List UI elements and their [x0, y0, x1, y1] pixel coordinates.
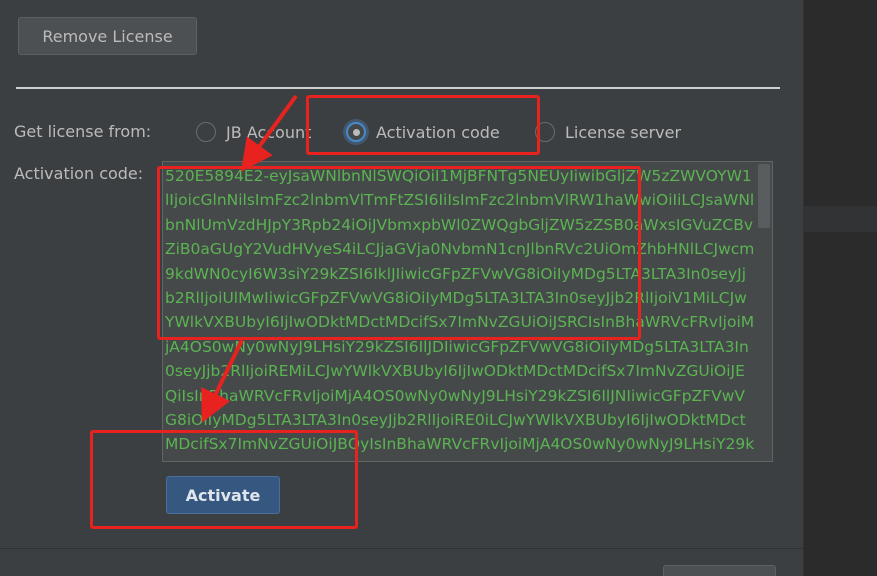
- separator: [16, 87, 780, 89]
- activation-code-label: Activation code:: [14, 164, 144, 183]
- radio-label: JB Account: [226, 122, 312, 142]
- get-license-label: Get license from:: [14, 122, 152, 141]
- footer-button[interactable]: [663, 565, 776, 576]
- radio-license-server[interactable]: License server: [535, 118, 681, 146]
- remove-license-button[interactable]: Remove License: [18, 17, 197, 55]
- license-dialog: Remove License Get license from: JB Acco…: [0, 0, 877, 576]
- radio-jb-account[interactable]: JB Account: [196, 118, 311, 146]
- annotation-box-code: [157, 166, 641, 340]
- radio-label: License server: [565, 122, 682, 142]
- textarea-scrollbar[interactable]: [758, 164, 770, 228]
- annotation-box-radio: [306, 95, 540, 155]
- annotation-box-activate: [90, 430, 358, 529]
- radio-circle-icon[interactable]: [196, 122, 216, 142]
- background-panel: [803, 0, 877, 576]
- background-band: [804, 206, 877, 232]
